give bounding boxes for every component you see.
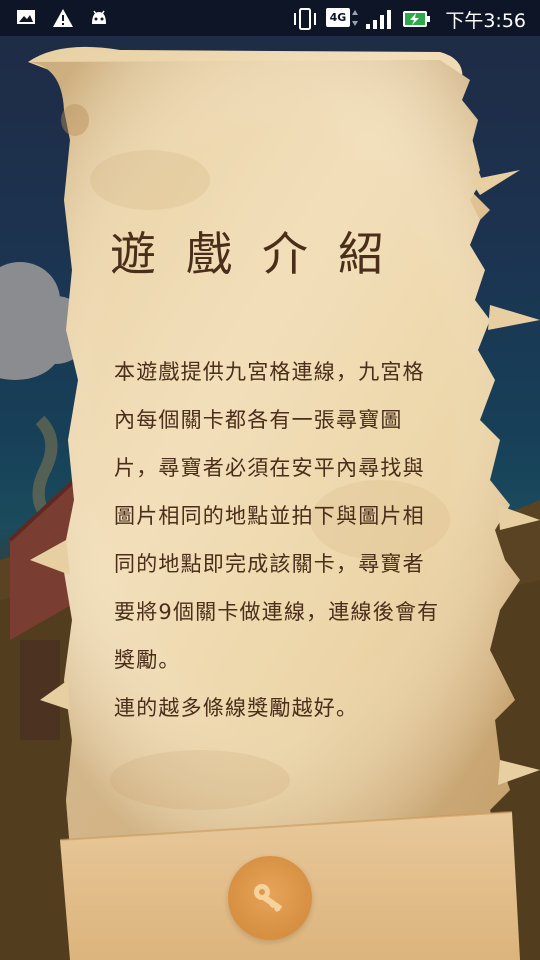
key-button[interactable] xyxy=(228,856,312,940)
intro-description: 本遊戲提供九宮格連線，九宮格內每個關卡都各有一張尋寶圖片，尋寶者必須在安平內尋找… xyxy=(114,348,440,732)
vibrate-icon xyxy=(294,8,316,30)
image-icon xyxy=(17,10,35,24)
signal-icon xyxy=(366,10,391,29)
key-icon xyxy=(254,884,282,913)
status-clock: 下午3:56 xyxy=(445,10,526,32)
status-bar: 4G 下午3:56 xyxy=(0,0,540,36)
network-4g-icon: 4G xyxy=(326,8,350,27)
android-icon xyxy=(92,10,106,24)
warning-icon xyxy=(53,9,73,27)
intro-paragraph: 連的越多條線獎勵越好。 xyxy=(114,696,359,720)
app-screen: 4G 下午3:56 遊戲介紹 本遊戲提供九宮格連線，九宮格內每個關卡都各有一張尋… xyxy=(0,0,540,960)
battery-charging-icon xyxy=(403,11,430,27)
intro-paragraph: 本遊戲提供九宮格連線，九宮格內每個關卡都各有一張尋寶圖片，尋寶者必須在安平內尋找… xyxy=(114,360,440,672)
data-arrows-icon xyxy=(352,10,358,26)
page-title: 遊戲介紹 xyxy=(110,227,414,281)
